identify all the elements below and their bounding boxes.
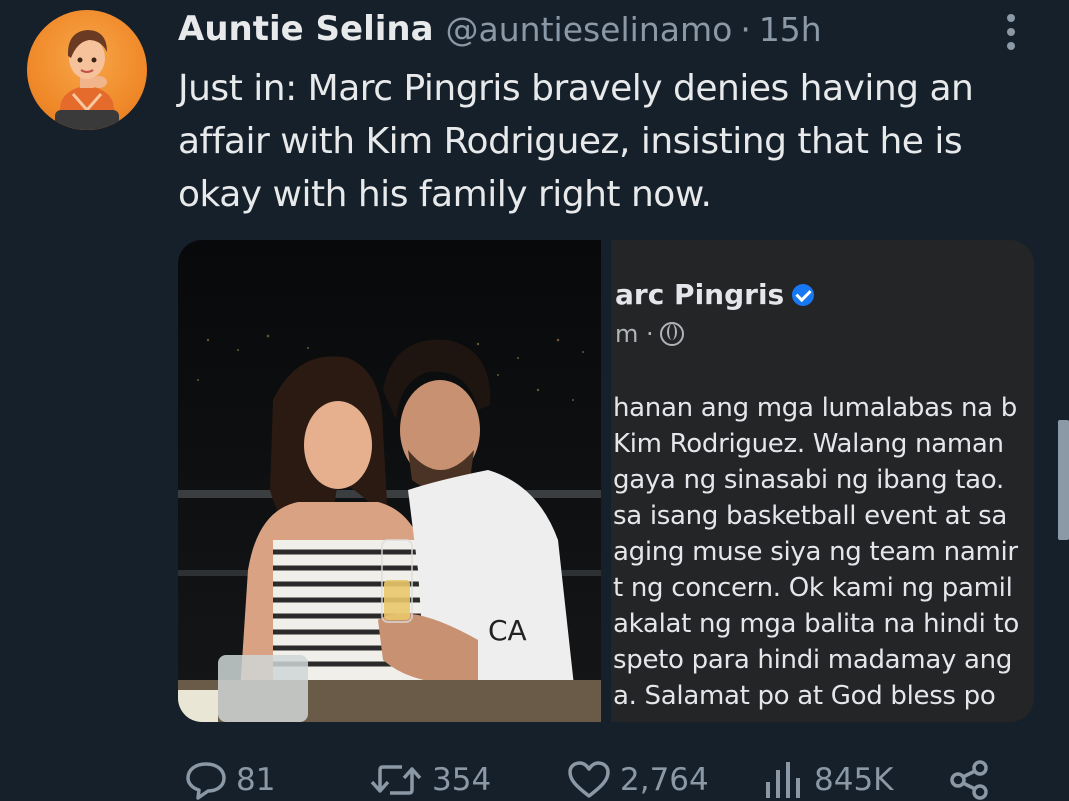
fb-post-body: hanan ang mga lumalabas na b Kim Rodrigu…	[613, 390, 1034, 714]
more-vertical-icon[interactable]	[1000, 14, 1022, 54]
avatar-illustration	[55, 30, 119, 130]
scrollbar-thumb[interactable]	[1058, 420, 1069, 540]
like-count: 2,764	[620, 762, 709, 798]
retweet-button[interactable]: 354	[368, 760, 491, 800]
share-button[interactable]	[948, 760, 1000, 800]
fb-line: speto para hindi madamay ang	[613, 645, 1013, 675]
fb-author-name: arc Pingris	[615, 278, 785, 311]
fb-author: arc Pingris	[615, 278, 815, 311]
fb-line: a. Salamat po at God bless po	[613, 681, 996, 711]
reply-count: 81	[236, 762, 276, 798]
action-bar: 81 354 2,764 845K	[178, 760, 1008, 801]
verified-badge-icon	[792, 283, 815, 306]
fb-line: gaya ng sinasabi ng ibang tao.	[613, 465, 1004, 495]
timestamp[interactable]: 15h	[759, 10, 822, 49]
couple-photo[interactable]: CA	[178, 240, 601, 722]
fb-line: hanan ang mga lumalabas na b	[613, 393, 1017, 423]
tweet[interactable]: Auntie Selina @auntieselinamo · 15h Just…	[0, 0, 1069, 801]
share-icon	[950, 760, 988, 800]
fb-line: t ng concern. Ok kami ng pamil	[613, 573, 1013, 603]
retweet-count: 354	[432, 762, 492, 798]
heart-icon	[568, 761, 610, 798]
views-icon	[766, 762, 800, 798]
globe-icon	[659, 322, 684, 346]
fb-line: aging muse siya ng team namir	[613, 537, 1018, 567]
facebook-post-screenshot[interactable]: arc Pingris m · hanan ang mga lumalabas …	[611, 240, 1034, 722]
tweet-header: Auntie Selina @auntieselinamo · 15h	[178, 4, 822, 54]
author-name[interactable]: Auntie Selina	[178, 9, 434, 49]
fb-meta: m ·	[615, 320, 684, 348]
fb-meta-text: m ·	[615, 320, 654, 348]
fb-line: sa isang basketball event at sa	[613, 501, 1008, 531]
views-button[interactable]: 845K	[762, 760, 894, 800]
retweet-icon	[370, 765, 422, 795]
media-grid[interactable]: CA arc Pingris m · hanan ang mga lumalab…	[178, 240, 1034, 722]
views-count: 845K	[814, 762, 894, 798]
avatar[interactable]	[27, 10, 147, 130]
like-button[interactable]: 2,764	[566, 760, 709, 800]
shirt-text: CA	[488, 614, 527, 647]
tweet-text: Just in: Marc Pingris bravely denies hav…	[178, 68, 974, 215]
separator-dot: ·	[740, 9, 751, 49]
author-handle[interactable]: @auntieselinamo	[446, 10, 733, 49]
reply-button[interactable]: 81	[184, 760, 275, 800]
fb-line: Kim Rodriguez. Walang naman	[613, 429, 1004, 459]
reply-icon	[186, 762, 226, 800]
fb-line: akalat ng mga balita na hindi to	[613, 609, 1019, 639]
couple-photo-image: CA	[178, 240, 601, 722]
